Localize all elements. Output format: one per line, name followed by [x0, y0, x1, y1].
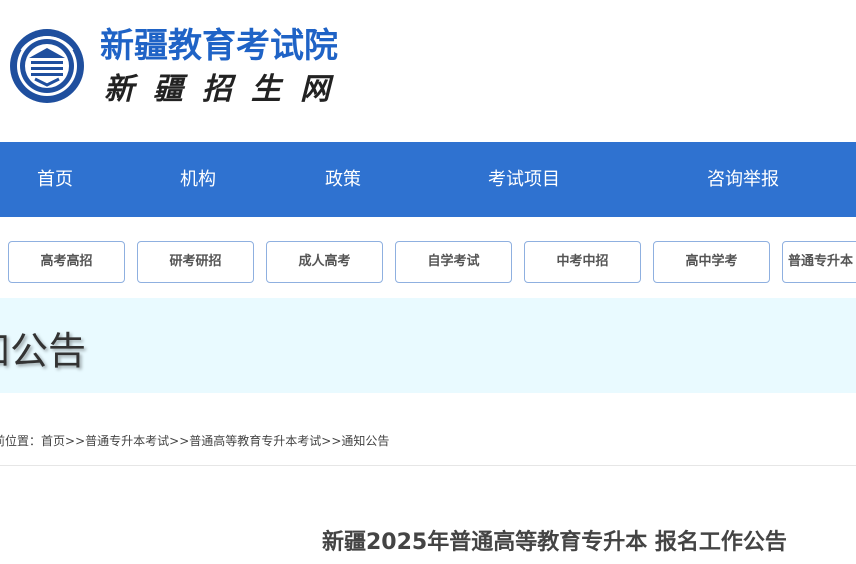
site-title[interactable]: 新疆教育考试院: [100, 18, 338, 67]
nav-item-policy[interactable]: 政策: [325, 142, 361, 217]
breadcrumb-prefix: 前位置：: [0, 434, 42, 448]
nav-item-exam-projects[interactable]: 考试项目: [488, 142, 560, 217]
breadcrumb-higher-ed-upgrade[interactable]: 普通高等教育专升本考试: [189, 434, 321, 448]
breadcrumb-upgrade-exam[interactable]: 普通专升本考试: [85, 434, 169, 448]
site-subtitle: 新疆招生网: [104, 72, 349, 107]
subnav-graduate-exam[interactable]: 研考研招: [137, 241, 254, 283]
nav-item-consult-report[interactable]: 咨询举报: [707, 142, 779, 217]
breadcrumb-separator: >>: [65, 434, 86, 448]
subnav-zhongkao[interactable]: 中考中招: [524, 241, 641, 283]
breadcrumb-separator: >>: [321, 434, 342, 448]
divider: [0, 465, 856, 466]
breadcrumb-separator: >>: [169, 434, 190, 448]
breadcrumb-notices[interactable]: 通知公告: [341, 434, 389, 448]
site-header: 新疆教育考试院 新疆招生网: [0, 0, 856, 142]
subnav-adult-exam[interactable]: 成人高考: [266, 241, 383, 283]
subnav-high-school-test[interactable]: 高中学考: [653, 241, 770, 283]
breadcrumb-home[interactable]: 首页: [41, 434, 65, 448]
nav-item-institution[interactable]: 机构: [180, 142, 216, 217]
banner-title: 知公告: [0, 329, 87, 373]
sub-nav: 高考高招 研考研招 成人高考 自学考试 中考中招 高中学考 普通专升本: [0, 241, 856, 284]
subnav-gaokao[interactable]: 高考高招: [8, 241, 125, 283]
exam-institute-emblem-icon[interactable]: [9, 28, 85, 104]
breadcrumb: 前位置：首页>>普通专升本考试>>普通高等教育专升本考试>>通知公告: [0, 432, 389, 452]
subnav-self-study[interactable]: 自学考试: [395, 241, 512, 283]
main-nav: 首页 机构 政策 考试项目 咨询举报: [0, 142, 856, 217]
nav-item-home[interactable]: 首页: [37, 142, 73, 217]
section-banner: 知公告: [0, 298, 856, 393]
subnav-upgrade-exam[interactable]: 普通专升本: [782, 241, 856, 283]
article-title: 新疆2025年普通高等教育专升本 报名工作公告: [322, 530, 787, 555]
